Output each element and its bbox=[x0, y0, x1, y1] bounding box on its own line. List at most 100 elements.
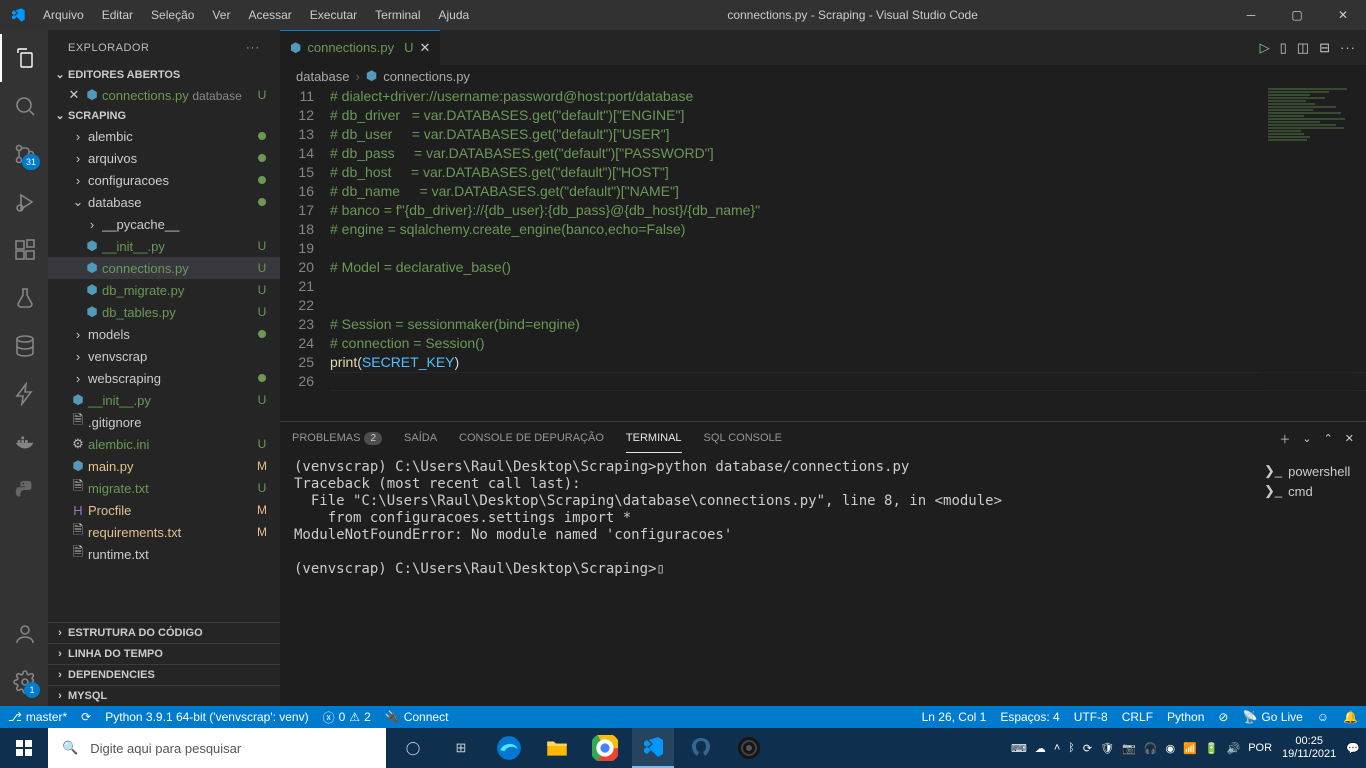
timeline-section[interactable]: ›LINHA DO TEMPO bbox=[48, 643, 280, 664]
go-live[interactable]: 📡Go Live bbox=[1242, 710, 1302, 724]
maximize-panel-icon[interactable]: ⌃ bbox=[1324, 432, 1333, 445]
new-terminal-icon[interactable]: ＋ bbox=[1279, 431, 1290, 447]
tab-output[interactable]: SAÍDA bbox=[404, 424, 437, 453]
edge-icon[interactable] bbox=[488, 728, 530, 768]
tree-file[interactable]: ⬢main.pyM bbox=[48, 455, 280, 477]
tree-file[interactable]: ⬢db_migrate.pyU bbox=[48, 279, 280, 301]
sync-icon[interactable]: ⟳ bbox=[81, 710, 91, 724]
sidebar-more-icon[interactable]: ··· bbox=[246, 42, 260, 54]
tree-folder[interactable]: ›configuracoes bbox=[48, 169, 280, 191]
connect-status[interactable]: 🔌Connect bbox=[385, 710, 449, 724]
cortana-icon[interactable]: ◯ bbox=[392, 728, 434, 768]
tree-file[interactable]: ⬢__init__.pyU bbox=[48, 235, 280, 257]
source-control-icon[interactable]: 31 bbox=[0, 130, 48, 178]
tree-folder[interactable]: ›alembic bbox=[48, 125, 280, 147]
settings-icon[interactable]: 1 bbox=[0, 658, 48, 706]
tray-camera-icon[interactable]: 📷 bbox=[1122, 742, 1136, 755]
tree-file[interactable]: ⬢db_tables.pyU bbox=[48, 301, 280, 323]
docker-icon[interactable] bbox=[0, 418, 48, 466]
workspace-section[interactable]: ⌄SCRAPING bbox=[48, 106, 280, 125]
clock[interactable]: 00:25 19/11/2021 bbox=[1282, 735, 1336, 761]
tab-problems[interactable]: PROBLEMAS2 bbox=[292, 424, 382, 453]
tree-folder[interactable]: ›webscraping bbox=[48, 367, 280, 389]
tree-folder[interactable]: ›arquivos bbox=[48, 147, 280, 169]
encoding[interactable]: UTF-8 bbox=[1074, 710, 1108, 724]
terminal-output[interactable]: (venvscrap) C:\Users\Raul\Desktop\Scrapi… bbox=[280, 455, 1256, 706]
terminal-powershell[interactable]: ❯_powershell bbox=[1264, 461, 1358, 481]
feedback-icon[interactable]: ☺ bbox=[1317, 710, 1329, 724]
tray-chevron-icon[interactable]: ˄ bbox=[1054, 742, 1060, 754]
tray-wifi-icon[interactable]: 📶 bbox=[1183, 742, 1197, 755]
tree-folder[interactable]: ⌄database bbox=[48, 191, 280, 213]
terminal-cmd[interactable]: ❯_cmd bbox=[1264, 481, 1358, 501]
outline-section[interactable]: ›ESTRUTURA DO CÓDIGO bbox=[48, 622, 280, 643]
accounts-icon[interactable] bbox=[0, 610, 48, 658]
mysql-section[interactable]: ›MYSQL bbox=[48, 685, 280, 706]
tab-sql-console[interactable]: SQL CONSOLE bbox=[704, 424, 782, 453]
tree-folder[interactable]: ›__pycache__ bbox=[48, 213, 280, 235]
tree-folder[interactable]: ›models bbox=[48, 323, 280, 345]
tray-bluetooth-icon[interactable]: ᛒ bbox=[1068, 742, 1075, 754]
tree-file[interactable]: ⬢connections.pyU bbox=[48, 257, 280, 279]
tab-connections[interactable]: ⬢ connections.py U ✕ bbox=[280, 30, 441, 65]
code-editor[interactable]: 11121314151617181920212223242526 # diale… bbox=[280, 87, 1366, 421]
tree-file[interactable]: ⬢__init__.pyU bbox=[48, 389, 280, 411]
open-editors-section[interactable]: ⌄EDITORES ABERTOS bbox=[48, 65, 280, 84]
start-button[interactable] bbox=[0, 728, 48, 768]
tree-file[interactable]: 🗎migrate.txtU bbox=[48, 477, 280, 499]
open-editor-item[interactable]: ✕ ⬢ connections.py database U bbox=[48, 84, 280, 106]
tree-file[interactable]: ⚙alembic.iniU bbox=[48, 433, 280, 455]
maximize-button[interactable]: ▢ bbox=[1274, 0, 1320, 30]
tab-debug-console[interactable]: CONSOLE DE DEPURAÇÃO bbox=[459, 424, 604, 453]
tab-terminal[interactable]: TERMINAL bbox=[626, 424, 682, 453]
eol[interactable]: CRLF bbox=[1122, 710, 1153, 724]
run-icon[interactable]: ▷ bbox=[1260, 40, 1270, 56]
minimap[interactable] bbox=[1262, 87, 1352, 421]
notifications-icon[interactable]: 🔔 bbox=[1343, 710, 1358, 724]
editor-more-icon[interactable]: ··· bbox=[1340, 40, 1356, 55]
postgres-icon[interactable] bbox=[680, 728, 722, 768]
tree-folder[interactable]: ›venvscrap bbox=[48, 345, 280, 367]
chrome-icon[interactable] bbox=[584, 728, 626, 768]
menu-editar[interactable]: Editar bbox=[94, 2, 141, 28]
menu-selecao[interactable]: Seleção bbox=[143, 2, 202, 28]
tray-volume-icon[interactable]: 🔊 bbox=[1227, 742, 1241, 755]
tree-file[interactable]: 🗎requirements.txtM bbox=[48, 521, 280, 543]
menu-acessar[interactable]: Acessar bbox=[240, 2, 299, 28]
tray-headset-icon[interactable]: 🎧 bbox=[1144, 742, 1158, 755]
split-down-icon[interactable]: ⊟ bbox=[1319, 40, 1330, 56]
tray-onedrive-icon[interactable]: ☁ bbox=[1035, 742, 1046, 755]
git-branch[interactable]: ⎇master* bbox=[8, 710, 67, 724]
tray-keyboard-icon[interactable]: ⌨ bbox=[1011, 742, 1027, 755]
tray-battery-icon[interactable]: 🔋 bbox=[1205, 742, 1219, 755]
language-mode[interactable]: Python bbox=[1167, 710, 1204, 724]
python-interpreter[interactable]: Python 3.9.1 64-bit ('venvscrap': venv) bbox=[105, 710, 308, 724]
menu-ver[interactable]: Ver bbox=[204, 2, 238, 28]
close-panel-icon[interactable]: ✕ bbox=[1345, 432, 1354, 445]
thunder-client-icon[interactable] bbox=[0, 370, 48, 418]
dependencies-section[interactable]: ›DEPENDENCIES bbox=[48, 664, 280, 685]
minimize-button[interactable]: ─ bbox=[1228, 0, 1274, 30]
taskbar-vscode-icon[interactable] bbox=[632, 728, 674, 768]
tray-obs-icon[interactable]: ◉ bbox=[1165, 742, 1175, 755]
close-button[interactable]: ✕ bbox=[1320, 0, 1366, 30]
toggle-panel-icon[interactable]: ▯ bbox=[1280, 40, 1287, 56]
split-editor-icon[interactable]: ◫ bbox=[1297, 40, 1309, 56]
menu-terminal[interactable]: Terminal bbox=[367, 2, 428, 28]
indentation[interactable]: Espaços: 4 bbox=[1000, 710, 1059, 724]
tray-sync-icon[interactable]: ⟳ bbox=[1083, 742, 1092, 755]
testing-icon[interactable] bbox=[0, 274, 48, 322]
terminal-dropdown-icon[interactable]: ⌄ bbox=[1302, 432, 1311, 445]
prettier-icon[interactable]: ⊘ bbox=[1218, 710, 1228, 724]
obs-icon[interactable] bbox=[728, 728, 770, 768]
tray-security-icon[interactable]: 🛡 bbox=[1100, 742, 1114, 755]
tray-language[interactable]: POR bbox=[1248, 742, 1272, 754]
extensions-icon[interactable] bbox=[0, 226, 48, 274]
cursor-position[interactable]: Ln 26, Col 1 bbox=[922, 710, 987, 724]
explorer-icon[interactable] bbox=[0, 34, 48, 82]
python-env-icon[interactable] bbox=[0, 466, 48, 514]
search-icon[interactable] bbox=[0, 82, 48, 130]
notifications-icon[interactable]: 💬 bbox=[1346, 742, 1360, 755]
breadcrumb[interactable]: database› ⬢ connections.py bbox=[280, 65, 1366, 87]
problems-status[interactable]: ⓧ0 ⚠2 bbox=[323, 709, 371, 726]
